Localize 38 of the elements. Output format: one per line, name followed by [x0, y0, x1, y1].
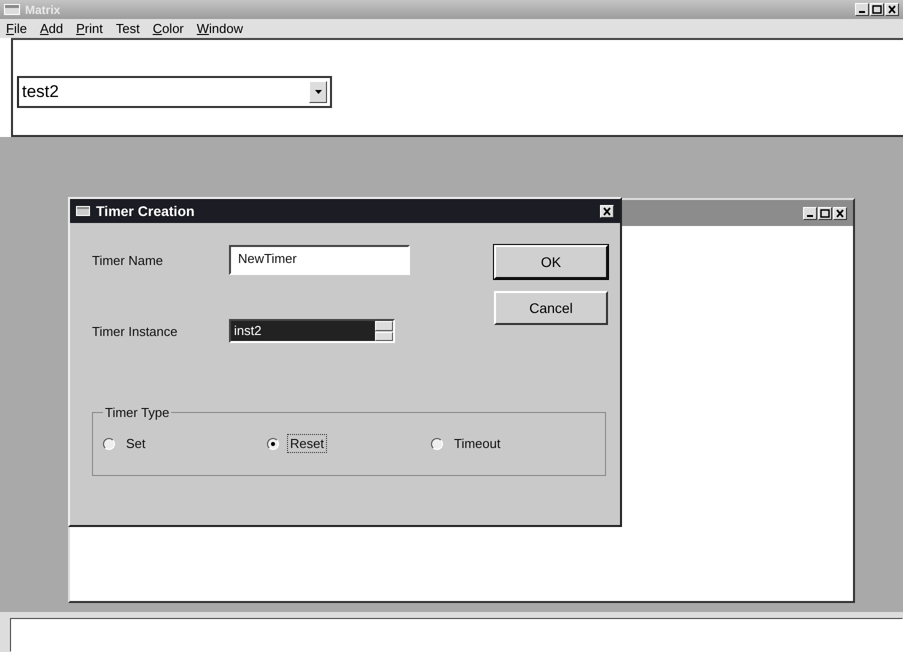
spin-field[interactable]: inst2: [229, 319, 395, 343]
minimize-icon: [807, 214, 813, 216]
menu-item[interactable]: Window: [196, 21, 244, 36]
maximize-button[interactable]: [870, 3, 884, 16]
dialog-title: Timer Creation: [96, 203, 195, 219]
maximize-button[interactable]: [818, 206, 832, 220]
dialog-button[interactable]: OK: [494, 245, 608, 279]
menu-item[interactable]: Color: [152, 21, 184, 36]
close-button[interactable]: [600, 204, 614, 218]
close-button[interactable]: [885, 3, 899, 16]
close-button[interactable]: [833, 206, 847, 220]
group-title: Timer Type: [104, 405, 170, 420]
maximize-icon: [872, 5, 882, 14]
window-icon: [4, 4, 20, 15]
window-icon: [76, 206, 90, 216]
window-title: Matrix: [25, 2, 60, 16]
close-icon: [887, 5, 897, 14]
minimize-button[interactable]: [803, 206, 817, 220]
radio-label[interactable]: Reset: [287, 434, 327, 453]
combo-box[interactable]: test2: [17, 76, 332, 108]
maximize-icon: [820, 208, 830, 218]
menu-item[interactable]: Test: [116, 21, 140, 36]
radio-button[interactable]: [267, 438, 279, 450]
close-icon: [602, 206, 612, 216]
minimize-icon: [859, 11, 865, 13]
dialog-button[interactable]: Cancel: [494, 291, 608, 325]
minimize-button[interactable]: [855, 3, 869, 16]
field-label: Timer Instance: [92, 324, 178, 338]
menu-item[interactable]: Print: [76, 21, 103, 36]
input-field[interactable]: NewTimer: [229, 245, 410, 275]
menu-item[interactable]: File: [6, 21, 27, 36]
radio-button[interactable]: [431, 438, 443, 450]
radio-label[interactable]: Timeout: [451, 434, 504, 453]
field-label: Timer Name: [92, 252, 164, 268]
close-icon: [835, 208, 845, 218]
radio-button[interactable]: [103, 438, 115, 450]
menu-item[interactable]: Add: [40, 21, 64, 36]
radio-label[interactable]: Set: [123, 434, 149, 453]
